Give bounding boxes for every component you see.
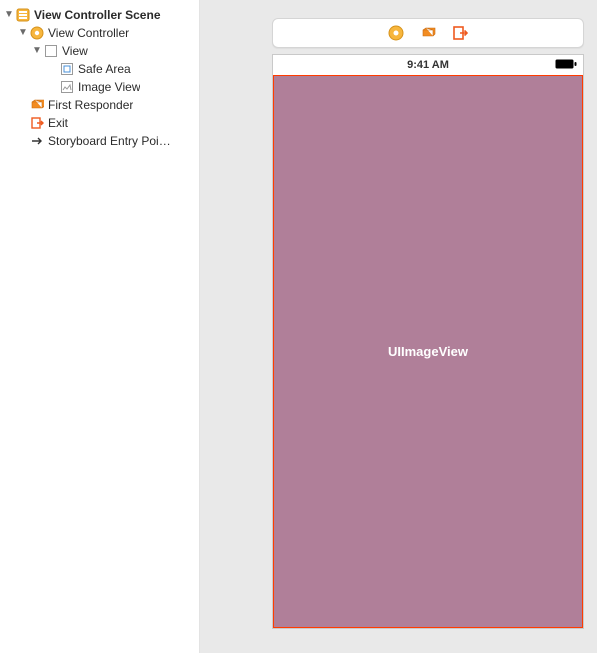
tree-label-entry-point: Storyboard Entry Poi…	[48, 134, 171, 148]
battery-icon	[555, 59, 577, 69]
device-preview-frame[interactable]: 9:41 AM UIImageView	[272, 54, 584, 629]
entry-point-arrow-icon	[30, 134, 44, 148]
tree-label-safe-area: Safe Area	[78, 62, 131, 76]
uiimageview-placeholder-label: UIImageView	[388, 344, 468, 359]
view-icon	[44, 44, 58, 58]
safe-area-icon	[60, 62, 74, 76]
image-view-icon	[60, 80, 74, 94]
first-responder-icon	[30, 98, 44, 112]
device-status-bar: 9:41 AM	[273, 55, 583, 75]
exit-icon	[30, 116, 44, 130]
dock-exit-icon[interactable]	[452, 25, 468, 41]
storyboard-canvas[interactable]: 9:41 AM UIImageView	[200, 0, 597, 653]
disclosure-triangle-icon[interactable]: ▼	[18, 27, 28, 38]
canvas-uiimageview[interactable]: UIImageView	[273, 75, 583, 628]
tree-row-scene[interactable]: ▼ View Controller Scene	[0, 6, 199, 24]
tree-label-scene: View Controller Scene	[34, 8, 161, 22]
tree-row-entry-point[interactable]: ▼ Storyboard Entry Poi…	[0, 132, 199, 150]
scene-icon	[16, 8, 30, 22]
tree-label-image-view: Image View	[78, 80, 140, 94]
outline-sidebar: ▼ View Controller Scene ▼ View Controlle…	[0, 0, 200, 653]
dock-view-controller-icon[interactable]	[388, 25, 404, 41]
tree-label-first-responder: First Responder	[48, 98, 133, 112]
disclosure-triangle-icon[interactable]: ▼	[4, 9, 14, 20]
tree-label-exit: Exit	[48, 116, 68, 130]
disclosure-triangle-icon[interactable]: ▼	[32, 45, 42, 56]
dock-first-responder-icon[interactable]	[420, 25, 436, 41]
tree-row-exit[interactable]: ▼ Exit	[0, 114, 199, 132]
tree-row-view[interactable]: ▼ View	[0, 42, 199, 60]
tree-row-image-view[interactable]: ▼ Image View	[0, 78, 199, 96]
tree-label-view: View	[62, 44, 88, 58]
tree-label-view-controller: View Controller	[48, 26, 129, 40]
status-bar-time: 9:41 AM	[407, 59, 449, 71]
view-controller-icon	[30, 26, 44, 40]
tree-row-safe-area[interactable]: ▼ Safe Area	[0, 60, 199, 78]
tree-row-view-controller[interactable]: ▼ View Controller	[0, 24, 199, 42]
scene-dock	[272, 18, 584, 48]
tree-row-first-responder[interactable]: ▼ First Responder	[0, 96, 199, 114]
